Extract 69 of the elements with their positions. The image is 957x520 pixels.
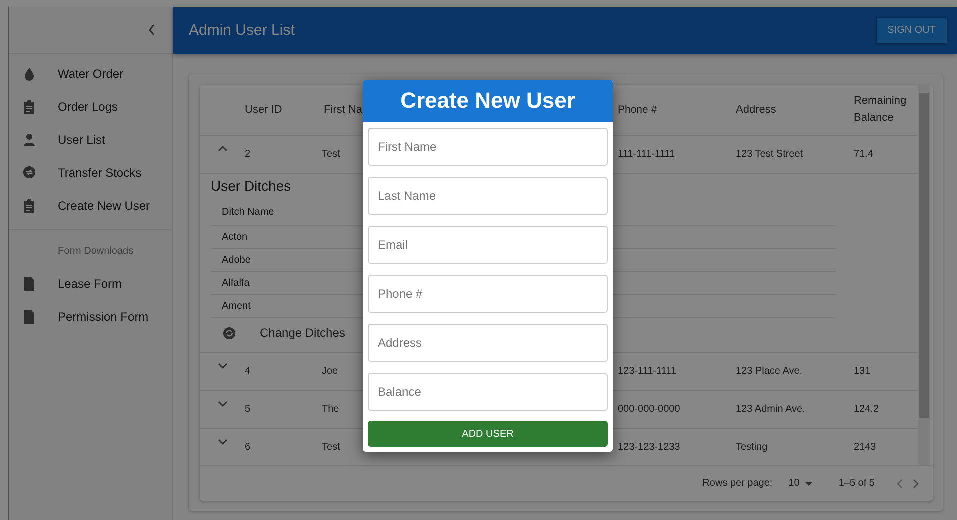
table-cell-text: 5 [245, 404, 252, 415]
table-cell-text: 123 Admin Ave. [736, 404, 806, 415]
table-cell-text: 123-123-1233 [618, 442, 682, 453]
chevron-left-icon[interactable] [148, 24, 156, 36]
table-cell-text: 123-111-1111 [618, 366, 678, 377]
table-cell: Alfalfa [222, 278, 250, 288]
column-header: Phone # [618, 104, 658, 116]
document-icon [23, 310, 36, 324]
nav-item[interactable]: Transfer Stocks [58, 166, 142, 180]
input-field[interactable]: Phone # [368, 275, 608, 313]
scrollbar[interactable] [918, 85, 930, 465]
refresh-icon [223, 326, 236, 340]
swap-icon [23, 166, 36, 179]
table-cell-text: 111-111-1111 [618, 149, 676, 160]
add-user-button[interactable]: ADD USER [368, 421, 608, 447]
download-link[interactable]: Lease Form [58, 276, 122, 290]
sign-out-button[interactable]: SIGN OUT [876, 18, 947, 43]
chevron-down-icon[interactable] [218, 439, 228, 445]
rows-per-page-select[interactable]: 10 [782, 477, 819, 490]
column-header: User ID [245, 104, 284, 116]
nav-item[interactable]: Order Logs [58, 100, 118, 114]
input-field[interactable]: Balance [368, 373, 608, 411]
column-header: Ditch Name [222, 207, 274, 218]
dialog-title: Create New User [363, 80, 613, 122]
input-field[interactable]: Email [368, 226, 608, 264]
page-range: 1–5 of 5 [838, 478, 875, 489]
document-icon [23, 276, 36, 290]
table-cell-text: 000-000-0000 [618, 404, 682, 415]
table-cell-text: 131 [854, 366, 872, 377]
person-icon [23, 132, 36, 146]
table-cell-text: 71.4 [854, 149, 874, 160]
section-title: Form Downloads [57, 245, 135, 259]
table-cell-text: 123 Test Street [736, 149, 804, 160]
page-title: Admin User List [189, 22, 295, 39]
caret-icon [804, 482, 813, 486]
chevron-down-icon[interactable] [218, 363, 228, 369]
table-cell-text: 2143 [854, 442, 878, 453]
download-link[interactable]: Permission Form [58, 310, 149, 324]
table-cell: Adobe [222, 254, 251, 266]
next-page-icon[interactable] [913, 478, 919, 488]
section-title: User Ditches [211, 178, 292, 194]
chevron-down-icon[interactable] [218, 401, 228, 407]
table-cell-text: Joe [322, 366, 340, 377]
nav-item[interactable]: Water Order [58, 66, 124, 80]
change-ditches-button[interactable]: Change Ditches [211, 318, 358, 346]
table-cell: Acton [222, 232, 248, 242]
column-header: Address [736, 104, 778, 116]
column-header: First Na [323, 104, 364, 116]
table-cell-text: 6 [245, 442, 252, 453]
table-cell-text: 2 [245, 149, 252, 160]
water-drop-icon [23, 66, 36, 80]
table-cell-text: 124.2 [854, 404, 880, 415]
clipboard-icon [23, 100, 36, 114]
table-cell-text: 4 [245, 366, 252, 377]
table-cell-text: 123 Place Ave. [736, 366, 804, 377]
rows-per-page-label: Rows per page: [702, 478, 773, 489]
clipboard-icon [23, 198, 36, 212]
input-field[interactable]: First Name [368, 128, 608, 166]
column-header: Remaining Balance [854, 94, 904, 126]
table-cell-text: Testing [736, 442, 769, 453]
table-cell-text: Test [322, 149, 342, 160]
input-field[interactable]: Address [368, 324, 608, 362]
nav-item[interactable]: User List [58, 132, 106, 146]
table-cell-text: Test [322, 442, 342, 453]
chevron-up-icon[interactable] [218, 146, 228, 152]
table-cell-text: The [322, 404, 340, 415]
nav-item[interactable]: Create New User [58, 198, 150, 212]
input-field[interactable]: Last Name [368, 177, 608, 215]
table-cell: Ament [222, 300, 251, 312]
